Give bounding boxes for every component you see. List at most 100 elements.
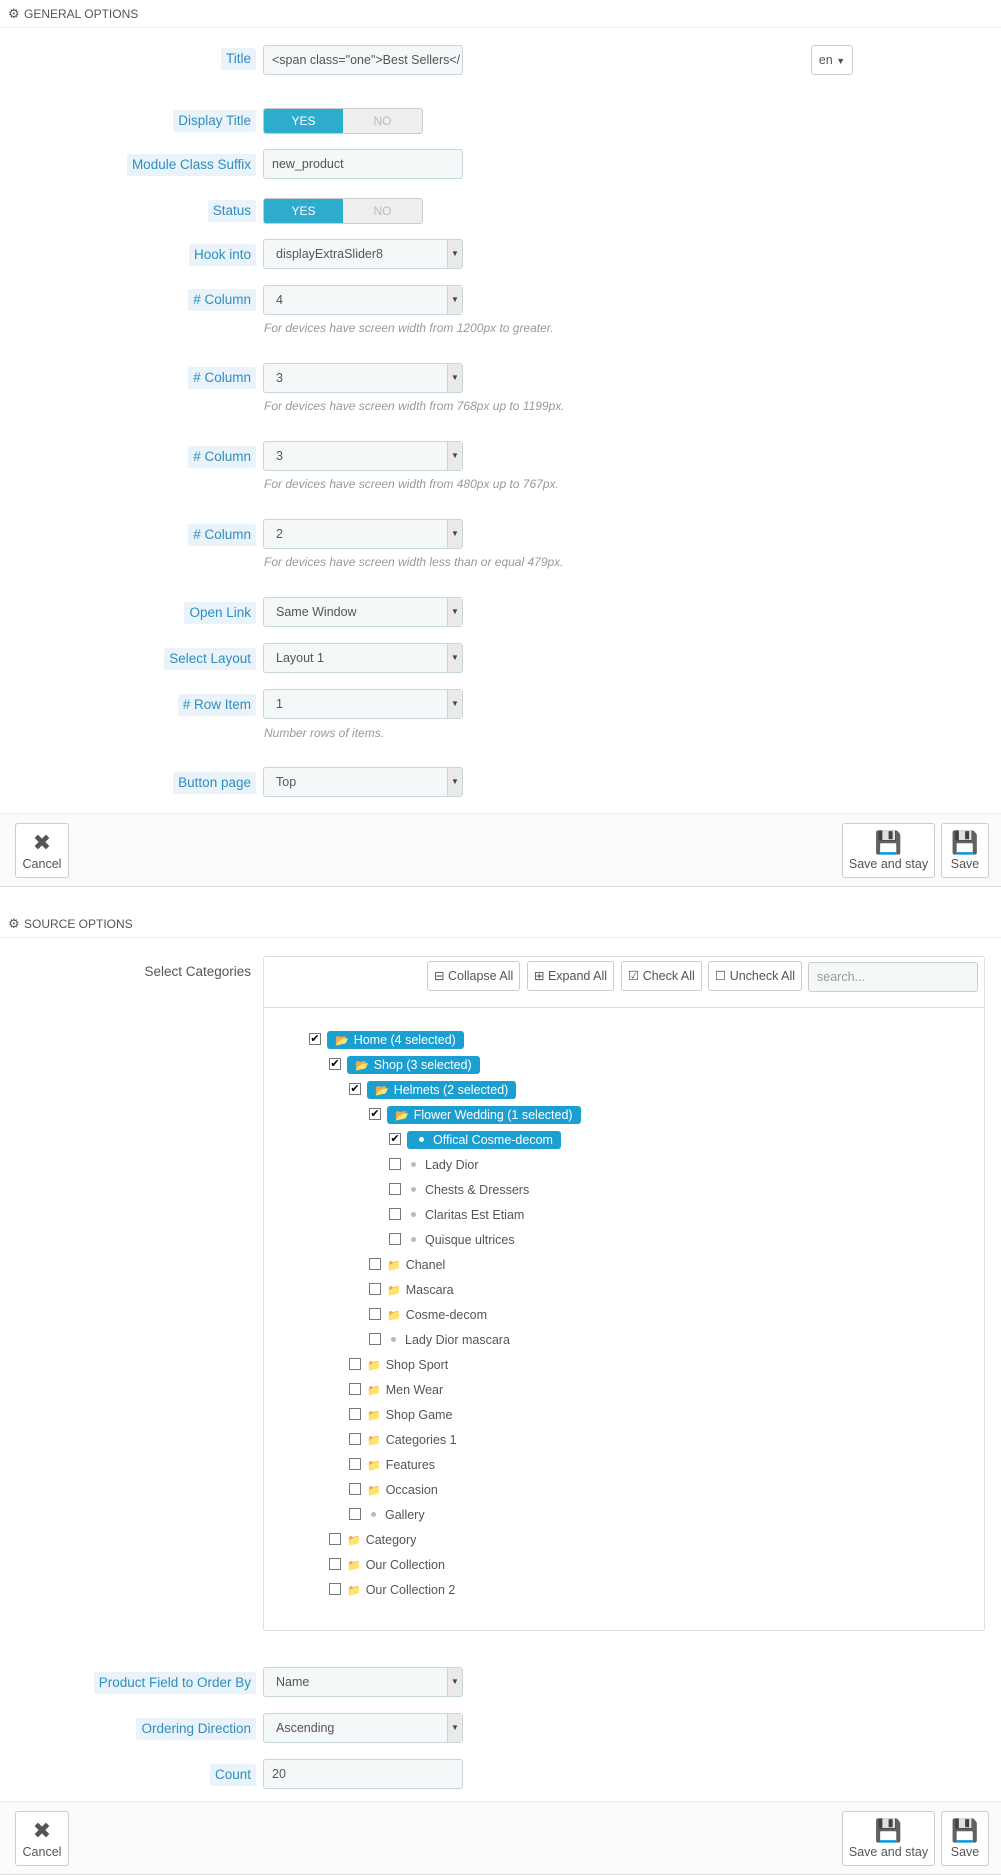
tree-node[interactable]: Lady Dior (389, 1155, 479, 1175)
tree-checkbox[interactable] (389, 1207, 401, 1220)
status-yes[interactable]: YES (264, 199, 343, 223)
column-select-4[interactable]: 2 ▼ (263, 519, 463, 549)
tree-node[interactable]: Lady Dior mascara (369, 1330, 510, 1350)
folder-icon: 📁 (367, 1485, 381, 1497)
tree-node[interactable]: Quisque ultrices (389, 1230, 515, 1250)
status-no[interactable]: NO (343, 199, 422, 223)
display-title-no[interactable]: NO (343, 109, 422, 133)
tree-node[interactable]: ✔ 📂 Helmets (2 selected) (349, 1080, 517, 1100)
language-dropdown[interactable]: en ▼ (811, 45, 853, 75)
tree-checkbox[interactable] (369, 1257, 381, 1270)
count-input[interactable]: 20 (263, 1759, 463, 1789)
direction-label: Ordering Direction (136, 1718, 256, 1740)
tree-checkbox[interactable]: ✔ (349, 1082, 361, 1095)
tree-node[interactable]: 📁 Men Wear (349, 1380, 443, 1400)
save-button[interactable]: 💾 Save (941, 823, 989, 878)
tree-node[interactable]: 📁 Cosme-decom (369, 1305, 487, 1325)
check-square-icon: ☑ (628, 969, 640, 983)
tree-node[interactable]: 📁 Shop Sport (349, 1355, 448, 1375)
tree-node[interactable]: 📁 Features (349, 1455, 435, 1475)
caret-down-icon: ▼ (836, 56, 846, 66)
tree-checkbox[interactable] (349, 1382, 361, 1395)
tree-checkbox[interactable] (389, 1182, 401, 1195)
tree-node[interactable]: ✔ 📂 Shop (3 selected) (329, 1055, 480, 1075)
tree-node[interactable]: 📁 Category (329, 1530, 416, 1550)
cancel-button[interactable]: ✖ Cancel (15, 823, 69, 878)
tree-node[interactable]: Chests & Dressers (389, 1180, 529, 1200)
tree-checkbox[interactable]: ✔ (389, 1132, 401, 1145)
tree-checkbox[interactable] (329, 1582, 341, 1595)
tree-checkbox[interactable] (369, 1307, 381, 1320)
minus-square-icon: ⊟ (434, 969, 445, 983)
tree-checkbox[interactable]: ✔ (329, 1057, 341, 1070)
tree-checkbox[interactable] (349, 1457, 361, 1470)
tree-node[interactable]: 📁 Shop Game (349, 1405, 452, 1425)
title-input[interactable]: <span class="one">Best Sellers</ (263, 45, 463, 75)
tree-checkbox[interactable] (369, 1332, 381, 1345)
category-search-input[interactable]: search... (808, 962, 978, 992)
tree-node[interactable]: 📁 Chanel (369, 1255, 445, 1275)
tree-checkbox[interactable] (389, 1232, 401, 1245)
chevron-down-icon: ▼ (447, 442, 462, 470)
cancel-button[interactable]: ✖ Cancel (15, 1811, 69, 1866)
tree-checkbox[interactable] (349, 1507, 361, 1520)
display-title-yes[interactable]: YES (264, 109, 343, 133)
tree-node-label: 📁 Shop Sport (367, 1358, 448, 1372)
tree-node[interactable]: 📁 Occasion (349, 1480, 438, 1500)
tree-node[interactable]: 📁 Categories 1 (349, 1430, 457, 1450)
bullet-icon (391, 1337, 396, 1343)
column-select-2[interactable]: 3 ▼ (263, 363, 463, 393)
tree-checkbox[interactable] (349, 1407, 361, 1420)
tree-checkbox[interactable]: ✔ (369, 1107, 381, 1120)
tree-checkbox[interactable] (369, 1282, 381, 1295)
column-select-3[interactable]: 3 ▼ (263, 441, 463, 471)
direction-select[interactable]: Ascending ▼ (263, 1713, 463, 1743)
tree-node[interactable]: Claritas Est Etiam (389, 1205, 524, 1225)
status-switch[interactable]: YES NO (263, 198, 423, 224)
square-icon: ☐ (715, 969, 727, 983)
suffix-input[interactable]: new_product (263, 149, 463, 179)
tree-node[interactable]: 📁 Our Collection (329, 1555, 445, 1575)
hook-select[interactable]: displayExtraSlider8 ▼ (263, 239, 463, 269)
hook-label: Hook into (188, 244, 256, 266)
tree-node-label: 📁 Shop Game (367, 1408, 452, 1422)
uncheck-all-button[interactable]: ☐ Uncheck All (708, 961, 803, 991)
save-and-stay-button[interactable]: 💾 Save and stay (842, 1811, 935, 1866)
save-button[interactable]: 💾 Save (941, 1811, 989, 1866)
bullet-icon (371, 1512, 376, 1518)
tree-checkbox[interactable] (329, 1532, 341, 1545)
open-link-label: Open Link (184, 602, 256, 624)
button-page-select[interactable]: Top ▼ (263, 767, 463, 797)
floppy-icon: 💾 (951, 830, 979, 855)
tree-checkbox[interactable]: ✔ (309, 1032, 321, 1045)
chevron-down-icon: ▼ (447, 1668, 462, 1696)
tree-node[interactable]: Gallery (349, 1505, 425, 1525)
tree-checkbox[interactable] (349, 1482, 361, 1495)
plus-square-icon: ⊞ (534, 969, 545, 983)
layout-select[interactable]: Layout 1 ▼ (263, 643, 463, 673)
tree-checkbox[interactable] (389, 1157, 401, 1170)
tree-checkbox[interactable] (349, 1432, 361, 1445)
tree-checkbox[interactable] (349, 1357, 361, 1370)
tree-node-label: 📁 Features (367, 1458, 435, 1472)
tree-node[interactable]: ✔ 📂 Home (4 selected) (309, 1030, 464, 1050)
row-item-select[interactable]: 1 ▼ (263, 689, 463, 719)
collapse-all-button[interactable]: ⊟ Collapse All (427, 961, 521, 991)
save-and-stay-button[interactable]: 💾 Save and stay (842, 823, 935, 878)
tree-checkbox[interactable] (329, 1557, 341, 1570)
order-by-select[interactable]: Name ▼ (263, 1667, 463, 1697)
chevron-down-icon: ▼ (447, 768, 462, 796)
expand-all-button[interactable]: ⊞ Expand All (527, 961, 615, 991)
check-all-button[interactable]: ☑ Check All (621, 961, 702, 991)
tree-node[interactable]: ✔ 📂 Flower Wedding (1 selected) (369, 1105, 581, 1125)
tree-node[interactable]: ✔ Offical Cosme-decom (389, 1130, 561, 1150)
column-help-4: For devices have screen width less than … (264, 555, 564, 569)
column-select-1[interactable]: 4 ▼ (263, 285, 463, 315)
open-link-select[interactable]: Same Window ▼ (263, 597, 463, 627)
tree-node[interactable]: 📁 Our Collection 2 (329, 1580, 455, 1600)
tree-node[interactable]: 📁 Mascara (369, 1280, 454, 1300)
folder-icon: 📁 (367, 1385, 381, 1397)
display-title-switch[interactable]: YES NO (263, 108, 423, 134)
floppy-icon: 💾 (951, 1818, 979, 1843)
tree-node-label: 📁 Category (347, 1533, 416, 1547)
